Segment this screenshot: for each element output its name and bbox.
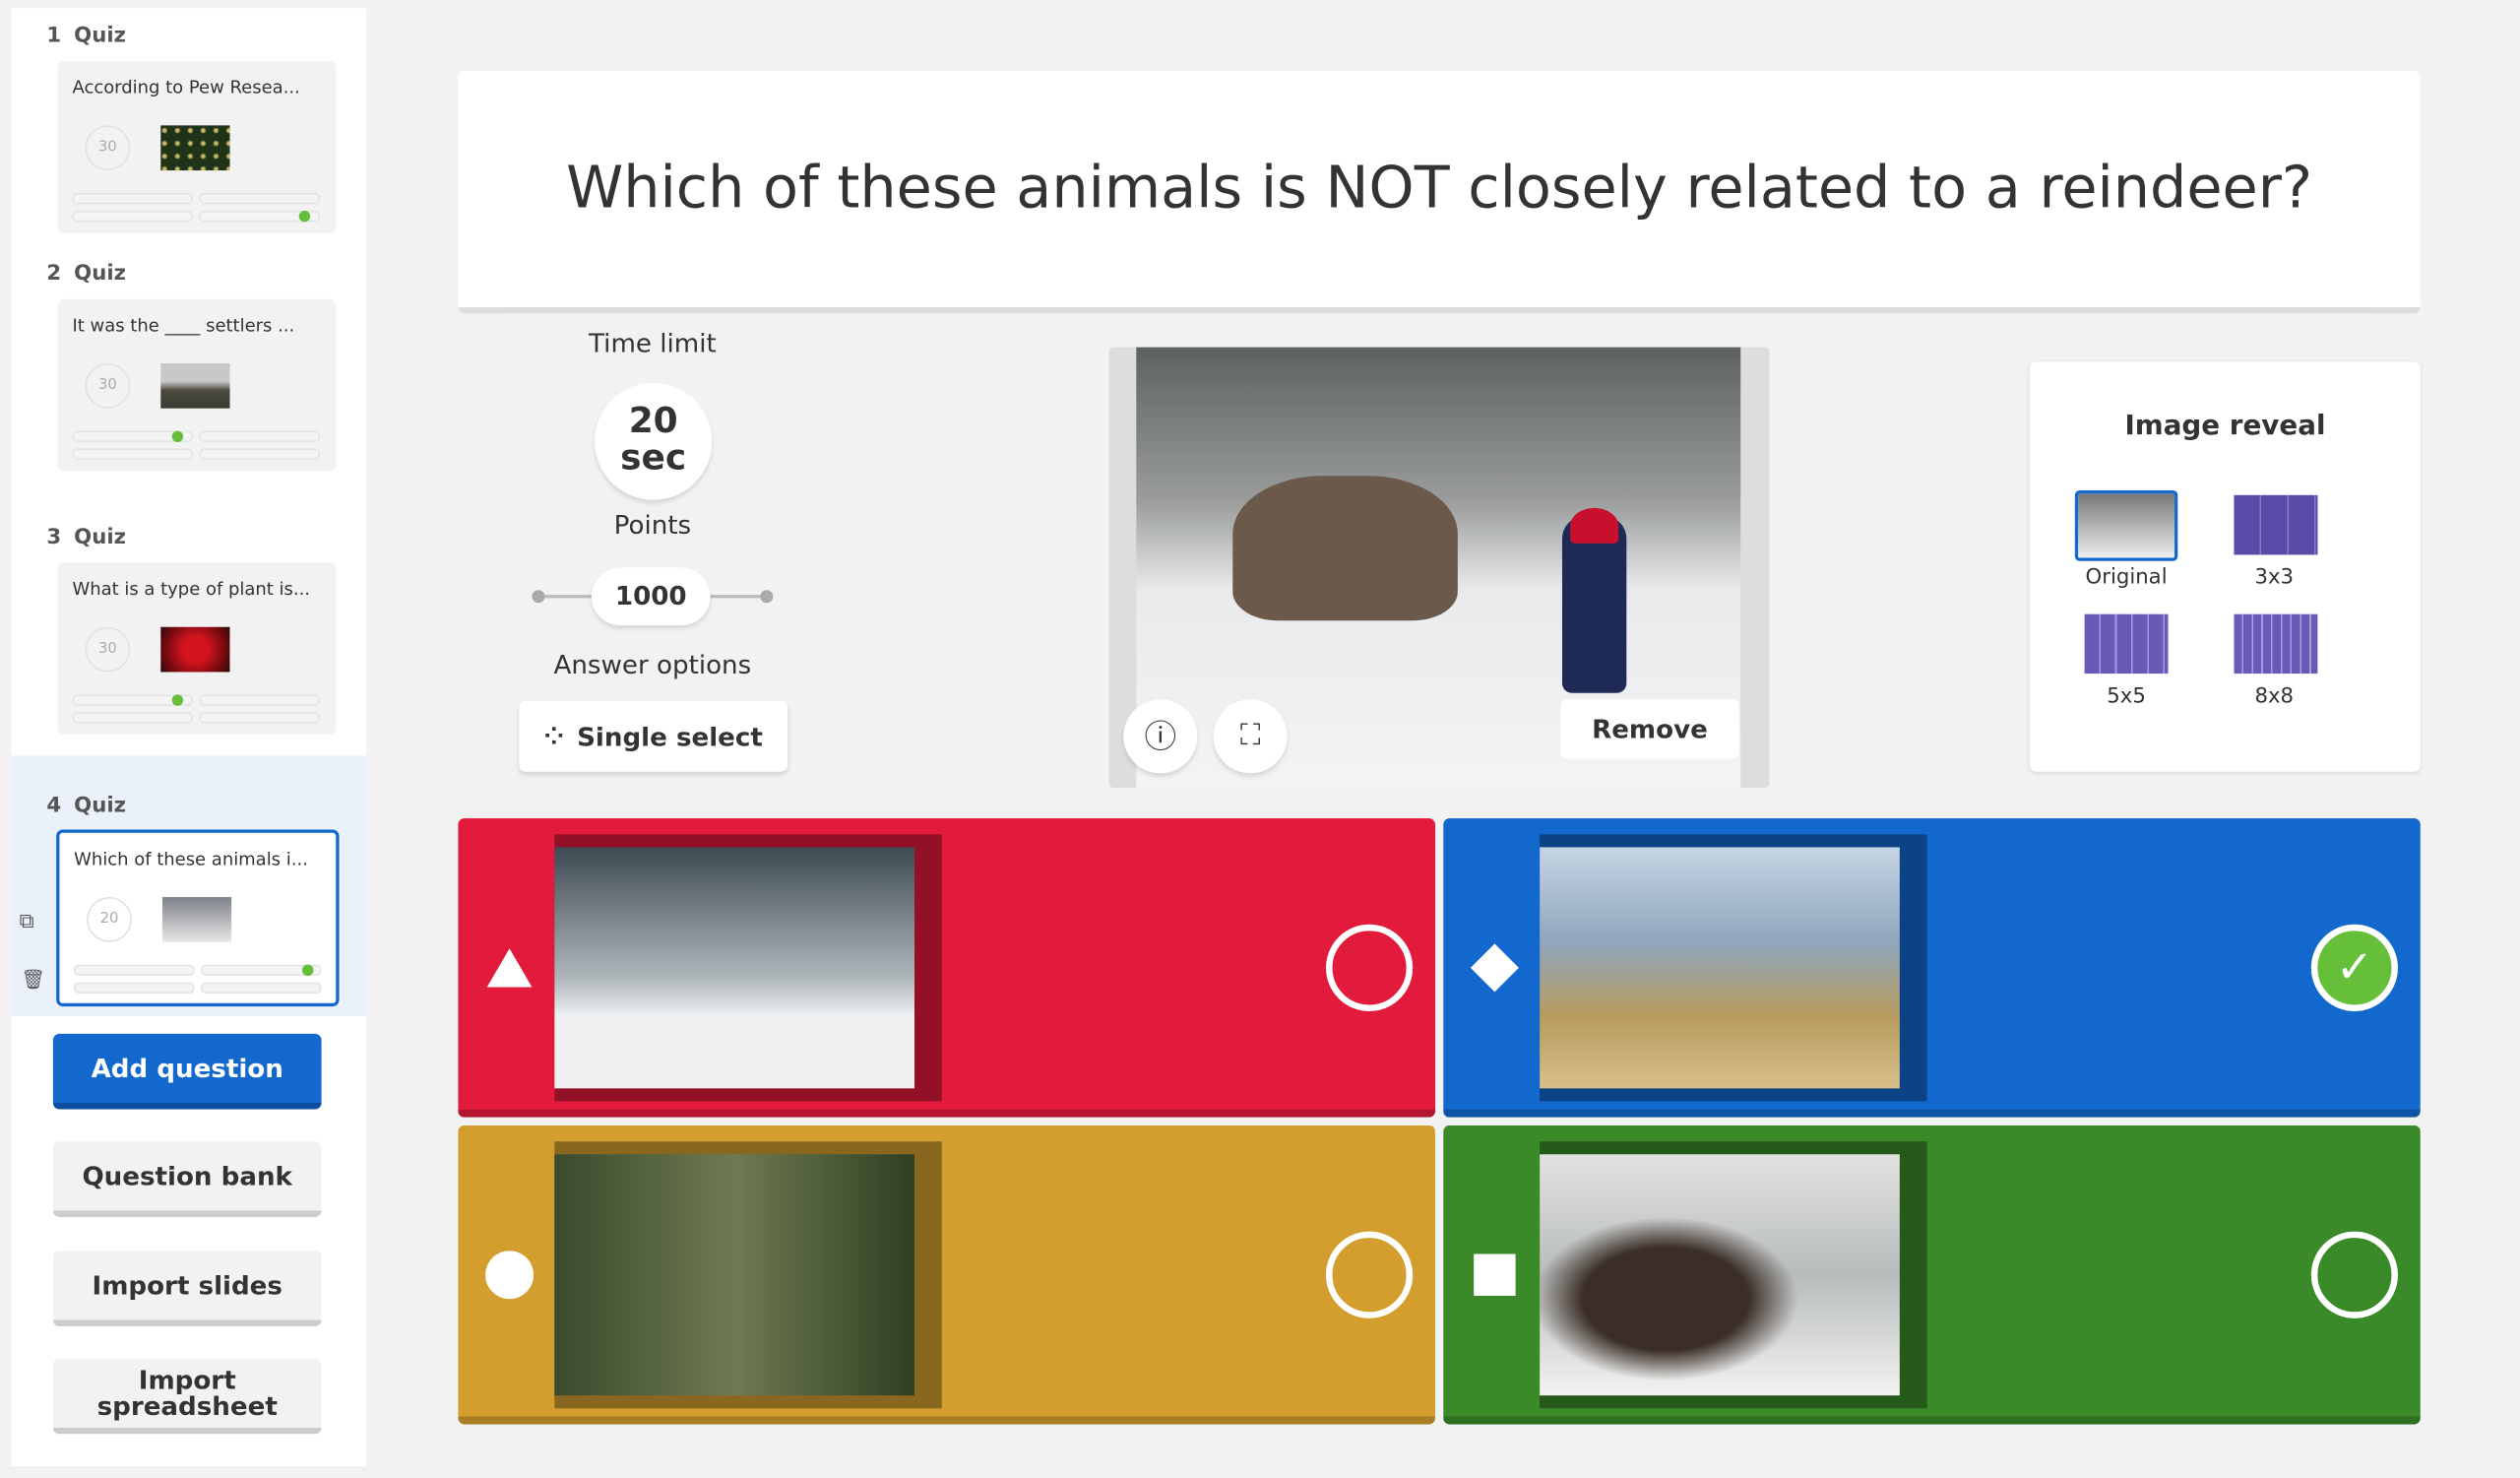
slide-type: Quiz xyxy=(74,794,126,819)
slide-item-3[interactable]: 3 Quiz What is a type of plant is... 30 xyxy=(11,523,366,748)
slide-number: 4 xyxy=(46,794,62,819)
points-selector[interactable]: 1000 xyxy=(591,567,711,626)
duplicate-icon[interactable]: ⧉ xyxy=(20,910,34,933)
slide-thumbnail xyxy=(160,362,230,409)
slide-time: 20 xyxy=(87,897,132,942)
reveal-label: 3x3 xyxy=(2254,565,2295,591)
time-limit-selector[interactable]: 20 sec xyxy=(595,382,713,500)
reveal-option-8x8[interactable] xyxy=(2234,613,2318,675)
slide-number: 2 xyxy=(46,262,62,287)
answer-image[interactable] xyxy=(1540,834,1927,1102)
circle-icon xyxy=(485,1251,535,1300)
correct-indicator xyxy=(171,694,184,706)
slide-time: 30 xyxy=(85,626,131,673)
square-icon xyxy=(1474,1253,1516,1296)
import-spreadsheet-button[interactable]: Import spreadsheet xyxy=(52,1358,322,1435)
slide-item-1[interactable]: 1 Quiz According to Pew Resea... 30 xyxy=(11,21,366,246)
slide-question: It was the ____ settlers ... xyxy=(72,315,295,337)
info-icon[interactable]: ⓘ xyxy=(1123,699,1198,774)
correct-toggle[interactable] xyxy=(1325,1231,1414,1318)
answer-green-square[interactable] xyxy=(1443,1125,2421,1425)
correct-toggle[interactable] xyxy=(1325,924,1414,1011)
slide-thumbnail xyxy=(160,626,230,673)
import-slides-button[interactable]: Import slides xyxy=(52,1251,322,1326)
diamond-icon xyxy=(1470,943,1519,993)
slide-type: Quiz xyxy=(74,262,126,287)
answer-options-label: Answer options xyxy=(553,649,752,680)
trash-icon[interactable]: 🗑 xyxy=(21,968,45,991)
add-question-button[interactable]: Add question xyxy=(52,1033,322,1110)
button-label: spreadsheet xyxy=(96,1389,278,1421)
time-unit: sec xyxy=(620,438,687,480)
reveal-label: Original xyxy=(2085,565,2168,591)
answer-image[interactable] xyxy=(554,834,942,1102)
remove-image-button[interactable]: Remove xyxy=(1560,699,1739,759)
slide-type: Quiz xyxy=(74,525,126,550)
slide-thumbnail xyxy=(161,897,232,942)
answer-blue-diamond[interactable]: ✓ xyxy=(1443,818,2421,1118)
answer-yellow-circle[interactable] xyxy=(458,1125,1436,1425)
button-label: Import xyxy=(138,1364,236,1395)
triangle-icon xyxy=(486,948,533,988)
crop-image-icon[interactable]: ⛶ xyxy=(1213,699,1288,774)
correct-indicator xyxy=(171,430,184,442)
slider-min-dot xyxy=(532,590,545,604)
answer-image[interactable] xyxy=(554,1141,942,1409)
media-container: ⓘ ⛶ Remove xyxy=(1108,347,1770,789)
correct-check-icon[interactable]: ✓ xyxy=(2310,924,2398,1011)
slide-question: What is a type of plant is... xyxy=(72,578,311,600)
slide-time: 30 xyxy=(85,125,131,171)
reveal-option-original[interactable] xyxy=(2074,489,2178,561)
slide-question: According to Pew Resea... xyxy=(72,77,300,98)
slide-sidebar: 1 Quiz According to Pew Resea... 30 2 Quiz… xyxy=(11,8,367,1467)
time-value: 20 xyxy=(628,402,678,442)
answer-image[interactable] xyxy=(1540,1141,1927,1409)
image-reveal-panel: Image reveal Original 3x3 5x5 8x8 xyxy=(2030,361,2421,772)
reveal-option-3x3[interactable] xyxy=(2234,494,2318,555)
question-bank-button[interactable]: Question bank xyxy=(52,1141,322,1217)
reindeer-shape xyxy=(1232,476,1458,621)
slide-question: Which of these animals i... xyxy=(74,849,308,870)
single-select-icon: ⁘ xyxy=(543,722,565,751)
slide-number: 1 xyxy=(46,24,62,48)
question-title-input[interactable]: Which of these animals is NOT closely re… xyxy=(458,70,2421,314)
reveal-label: 5x5 xyxy=(2107,684,2146,710)
slide-item-4[interactable]: 4 Quiz ⧉ 🗑 Which of these animals i... 20 xyxy=(11,755,367,1016)
points-label: Points xyxy=(613,509,692,541)
correct-indicator xyxy=(301,964,314,977)
slide-time: 30 xyxy=(85,362,131,409)
answer-type-dropdown[interactable]: ⁘ Single select xyxy=(519,700,788,772)
correct-indicator xyxy=(298,210,311,223)
answer-type-value: Single select xyxy=(577,721,763,752)
slide-thumbnail xyxy=(160,125,230,171)
time-limit-label: Time limit xyxy=(589,328,717,359)
child-hat-shape xyxy=(1570,507,1619,544)
slider-max-dot xyxy=(760,590,774,604)
slide-item-2[interactable]: 2 Quiz It was the ____ settlers ... 30 xyxy=(11,259,366,484)
reveal-option-5x5[interactable] xyxy=(2084,613,2169,675)
slide-type: Quiz xyxy=(74,24,126,48)
image-reveal-title: Image reveal xyxy=(2124,410,2326,442)
slide-number: 3 xyxy=(46,525,62,550)
correct-toggle[interactable] xyxy=(2310,1231,2398,1318)
answer-red-triangle[interactable] xyxy=(458,818,1436,1118)
reveal-label: 8x8 xyxy=(2254,684,2295,710)
